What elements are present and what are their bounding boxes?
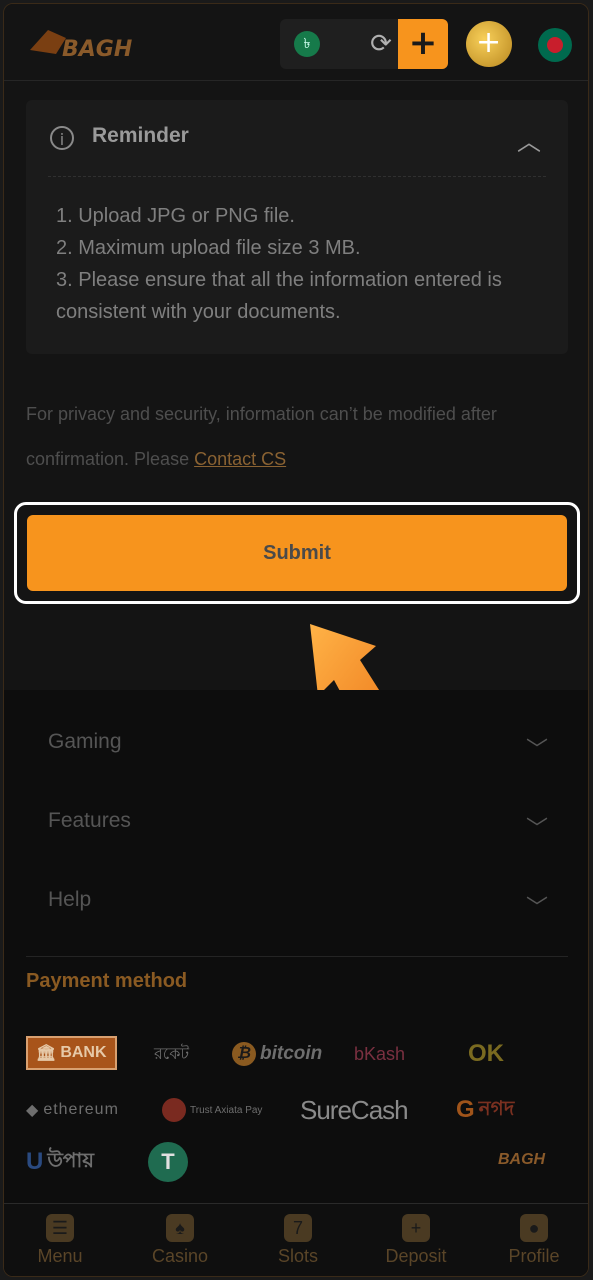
top-header: BAGH ৳ ⟳ + + (4, 4, 588, 81)
reminder-list: 1. Upload JPG or PNG file. 2. Maximum up… (50, 200, 550, 328)
ethereum-icon: ◆ (26, 1102, 40, 1119)
upay-logo: U উপায় (26, 1148, 95, 1175)
tap-logo: Trust Axiata Pay (162, 1090, 262, 1130)
divider (26, 956, 568, 957)
rocket-logo: রকেট (154, 1045, 190, 1063)
wallet-balance: ৳ ⟳ + (280, 19, 448, 69)
reminder-panel: i Reminder ︿ 1. Upload JPG or PNG file. … (26, 100, 568, 354)
submit-highlight: Submit (14, 502, 580, 604)
footer-section-features[interactable]: Features ﹀ (48, 809, 548, 849)
privacy-notice: For privacy and security, information ca… (26, 392, 566, 482)
bkash-logo: bKash (354, 1043, 406, 1064)
nav-deposit[interactable]: + Deposit (366, 1214, 466, 1267)
site-footer: Gaming ﹀ Features ﹀ Help ﹀ Payment metho… (4, 690, 588, 1276)
footer-section-label: Gaming (48, 730, 122, 753)
add-funds-button[interactable]: + (398, 19, 448, 69)
promo-icon[interactable]: + (466, 21, 512, 67)
nav-casino[interactable]: ♠ Casino (130, 1214, 230, 1267)
nav-slots[interactable]: 7 Slots (248, 1214, 348, 1267)
footer-section-label: Features (48, 809, 131, 832)
menu-icon: ☰ (46, 1214, 74, 1242)
reminder-line: 1. Upload JPG or PNG file. (56, 205, 295, 227)
chevron-down-icon: ﹀ (525, 895, 548, 920)
app-frame: BAGH ৳ ⟳ + + i Reminder ︿ 1. Upload JPG … (3, 3, 589, 1277)
footer-section-help[interactable]: Help ﹀ (48, 888, 548, 928)
chevron-down-icon: ﹀ (525, 737, 548, 762)
submit-button[interactable]: Submit (27, 515, 567, 591)
contact-cs-link[interactable]: Contact CS (194, 449, 286, 469)
brand-mark: BAGH (498, 1151, 546, 1168)
nav-profile[interactable]: ● Profile (484, 1214, 584, 1267)
upay-icon: U (26, 1148, 44, 1175)
profile-icon: ● (520, 1214, 548, 1242)
surecash-logo: SureCash (300, 1094, 409, 1125)
info-icon: i (50, 126, 74, 150)
bangladesh-flag-icon[interactable] (538, 28, 572, 62)
deposit-icon: + (402, 1214, 430, 1242)
reminder-line: 3. Please ensure that all the informatio… (56, 269, 502, 323)
bitcoin-logo: ₿ bitcoin (232, 1034, 322, 1074)
currency-icon: ৳ (294, 31, 320, 57)
slots-icon: 7 (284, 1214, 312, 1242)
bank-logo: 🏛 BANK (26, 1036, 117, 1070)
footer-section-label: Help (48, 888, 92, 911)
chevron-up-icon[interactable]: ︿ (514, 122, 544, 156)
tether-icon: T (148, 1142, 188, 1182)
payment-method-title: Payment method (26, 970, 188, 992)
bottom-nav: ☰ Menu ♠ Casino 7 Slots + Deposit ● Profile (4, 1203, 588, 1276)
reminder-line: 2. Maximum upload file size 3 MB. (56, 237, 361, 259)
ethereum-logo: ◆ ethereum (26, 1101, 119, 1119)
refresh-icon[interactable]: ⟳ (366, 29, 396, 59)
nagad-logo: G নগদ (456, 1096, 515, 1123)
tether-logo: T (148, 1142, 188, 1182)
spade-icon: ♠ (166, 1214, 194, 1242)
footer-section-gaming[interactable]: Gaming ﹀ (48, 730, 548, 770)
bank-icon: 🏛 (36, 1045, 57, 1062)
brand-logo[interactable]: BAGH (26, 20, 158, 66)
divider (48, 176, 546, 177)
tap-icon (162, 1098, 186, 1122)
ok-wallet-logo: OK (468, 1040, 504, 1067)
bitcoin-icon: ₿ (232, 1042, 256, 1066)
nagad-icon: G (456, 1096, 475, 1123)
chevron-down-icon: ﹀ (525, 816, 548, 841)
nav-menu[interactable]: ☰ Menu (10, 1214, 110, 1267)
svg-text:BAGH: BAGH (62, 37, 132, 62)
reminder-title: Reminder (92, 124, 189, 147)
